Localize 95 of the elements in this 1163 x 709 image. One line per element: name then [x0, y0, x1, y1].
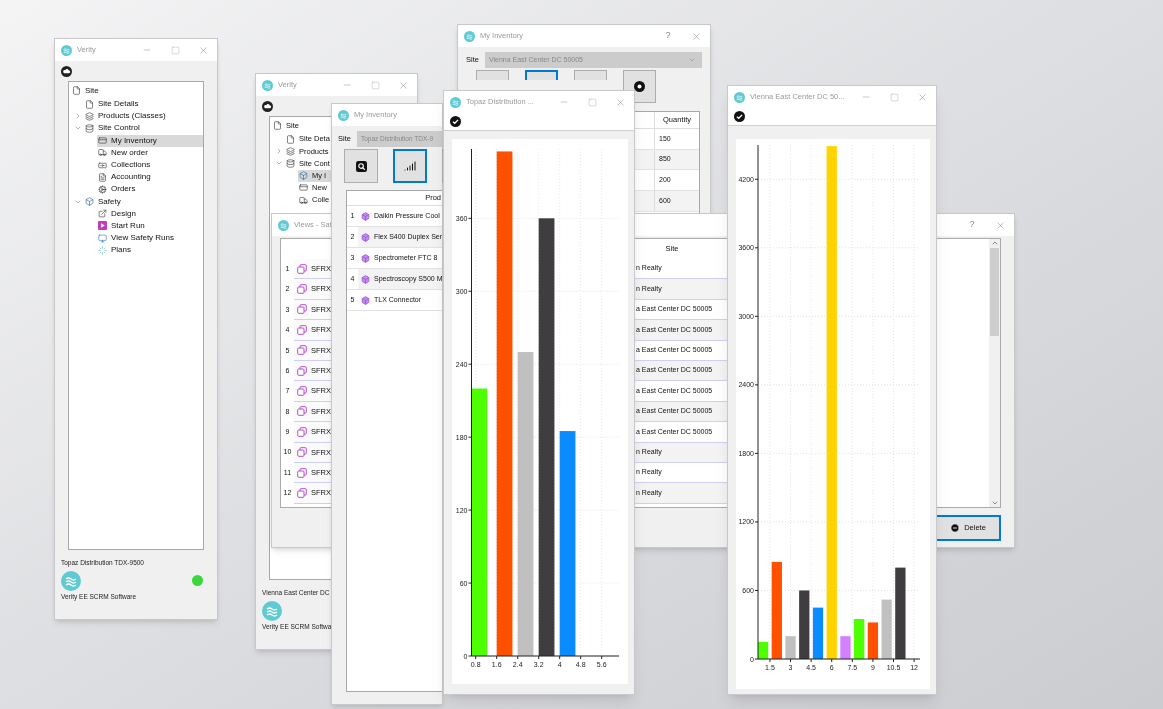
- stacked-squares-icon: [297, 426, 307, 437]
- close-icon: [397, 79, 409, 91]
- file-icon: [273, 121, 282, 130]
- scrollbar[interactable]: [989, 239, 1000, 507]
- maximize-icon: [587, 97, 597, 107]
- app-logo-icon: [464, 30, 475, 42]
- circle-icon: [634, 81, 645, 92]
- app-logo-icon: [278, 219, 289, 231]
- minus-circle-icon: [950, 523, 961, 533]
- maximize-icon: [889, 92, 899, 102]
- bar: [785, 636, 796, 659]
- database-icon: [85, 123, 94, 133]
- stacked-squares-icon: [297, 324, 307, 335]
- document-icon: [98, 172, 107, 182]
- stacked-squares-icon: [297, 406, 307, 417]
- scroll-up-icon[interactable]: [990, 239, 999, 247]
- bar: [757, 641, 769, 659]
- truck-icon: [98, 148, 107, 158]
- tree-item[interactable]: Design: [97, 207, 203, 220]
- help-button[interactable]: ?: [654, 29, 682, 43]
- help-button[interactable]: ?: [958, 218, 986, 232]
- tree-item[interactable]: Plans: [97, 244, 203, 257]
- cube-icon: [85, 197, 94, 207]
- bar: [867, 622, 879, 659]
- cloud-icon[interactable]: [61, 65, 72, 77]
- play-icon: [98, 221, 107, 231]
- stacked-squares-icon: [297, 365, 307, 376]
- bar: [854, 619, 865, 659]
- cube-icon: [361, 232, 370, 242]
- gear-icon: [98, 184, 107, 194]
- app-logo-icon: [262, 79, 273, 91]
- database-icon: [286, 158, 295, 168]
- spinner-icon: [98, 245, 107, 255]
- signal-bars-icon: [404, 160, 416, 172]
- cube-icon: [361, 274, 370, 284]
- file-icon: [72, 86, 81, 95]
- app-logo-icon: [734, 91, 745, 103]
- maximize-icon: [370, 80, 380, 90]
- stacked-squares-icon: [297, 345, 307, 356]
- app-logo-icon: [450, 96, 461, 108]
- stacked-squares-icon: [297, 284, 307, 295]
- external-link-icon: [98, 209, 107, 219]
- bar: [881, 599, 892, 659]
- file-icon: [286, 134, 295, 144]
- cloud-icon[interactable]: [262, 100, 273, 112]
- tree-item[interactable]: Orders: [97, 183, 203, 196]
- maximize-icon: [170, 45, 180, 55]
- stacked-squares-icon: [297, 386, 307, 397]
- chevron-down-icon: [688, 56, 696, 64]
- tree-item[interactable]: My Inventory: [97, 134, 203, 147]
- close-icon: [614, 96, 626, 108]
- check-circle-icon[interactable]: [734, 111, 745, 122]
- card-icon: [98, 136, 107, 146]
- stacked-squares-icon: [297, 467, 307, 478]
- stacked-squares-icon: [297, 447, 307, 458]
- app-logo-icon: [338, 109, 349, 121]
- list-box[interactable]: [935, 238, 1001, 508]
- cube-icon: [361, 211, 370, 221]
- tree-item[interactable]: View Safety Runs: [97, 232, 203, 245]
- tree-item[interactable]: Site: [71, 83, 203, 98]
- layers-icon: [286, 146, 295, 156]
- tree-item[interactable]: Accounting: [97, 171, 203, 184]
- bar: [840, 636, 851, 659]
- tree-item[interactable]: Site Control: [84, 122, 203, 135]
- toolbar-button[interactable]: [344, 149, 378, 183]
- banknote-icon: [98, 160, 107, 170]
- app-logo-icon: [61, 44, 72, 56]
- tree-item[interactable]: Products (Classes): [84, 110, 203, 123]
- app-logo-icon: [61, 570, 81, 591]
- truck-icon: [299, 195, 308, 205]
- tree-item[interactable]: Site Details: [84, 98, 203, 111]
- stacked-squares-icon: [297, 488, 307, 498]
- scroll-down-icon[interactable]: [990, 499, 999, 507]
- close-icon: [916, 91, 928, 103]
- stacked-squares-icon: [297, 263, 307, 274]
- close-icon: [690, 30, 702, 42]
- tree-item[interactable]: New order: [97, 146, 203, 159]
- monitor-icon: [98, 233, 107, 243]
- bar: [799, 590, 810, 659]
- close-icon: [197, 44, 209, 56]
- search-icon: [355, 160, 367, 172]
- bar: [812, 607, 824, 659]
- check-circle-icon[interactable]: [450, 116, 461, 127]
- close-icon: [994, 219, 1006, 231]
- tree-item[interactable]: Safety: [84, 195, 203, 208]
- tree-item[interactable]: Start Run: [97, 219, 203, 233]
- cube-icon: [361, 295, 370, 305]
- tree-item[interactable]: Collections: [97, 158, 203, 172]
- card-icon: [299, 183, 308, 193]
- layers-icon: [85, 111, 94, 121]
- file-icon: [85, 99, 94, 109]
- app-logo-icon: [262, 600, 282, 621]
- cube-icon: [299, 171, 308, 181]
- cube-icon: [361, 253, 370, 263]
- stacked-squares-icon: [297, 304, 307, 315]
